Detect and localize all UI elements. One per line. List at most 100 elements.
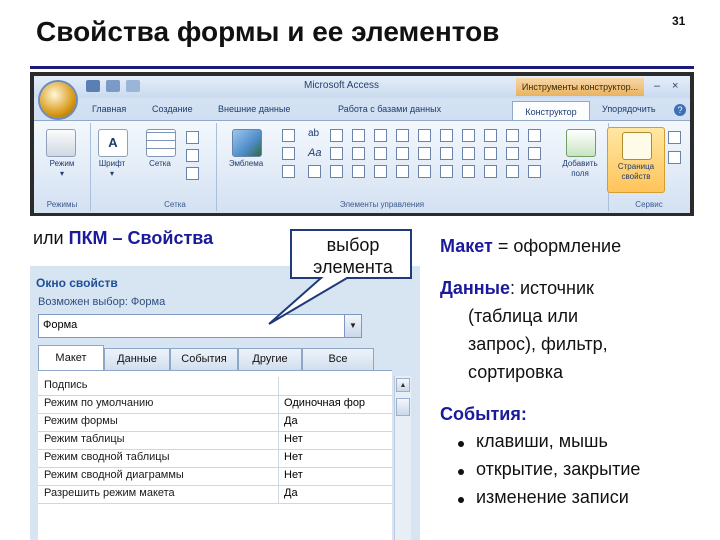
property-row[interactable]: Режим сводной диаграммы Нет xyxy=(38,467,392,486)
control-icon[interactable] xyxy=(374,129,387,142)
control-icon[interactable] xyxy=(440,147,453,160)
bullet-icon xyxy=(458,469,464,475)
tab-all[interactable]: Все xyxy=(302,348,374,370)
minimize-icon[interactable]: – xyxy=(654,80,660,92)
property-value[interactable]: Одиночная фор xyxy=(284,397,392,409)
ribbon-tabs: Главная Создание Внешние данные Работа с… xyxy=(34,98,690,122)
control-icon[interactable] xyxy=(352,147,365,160)
property-value[interactable]: Нет xyxy=(284,451,392,463)
format-icon[interactable] xyxy=(186,149,199,162)
layout-definition: Макет = оформление xyxy=(440,236,621,257)
line-icon[interactable] xyxy=(352,129,365,142)
data-text-line: сортировка xyxy=(468,362,563,382)
control-icon[interactable] xyxy=(308,165,321,178)
tab-design[interactable]: Конструктор xyxy=(512,101,590,122)
chevron-down-icon: ▾ xyxy=(109,169,114,178)
tab-database-tools[interactable]: Работа с базами данных xyxy=(338,104,441,114)
scroll-thumb[interactable] xyxy=(396,398,410,416)
checkbox-icon[interactable] xyxy=(374,147,387,160)
property-row[interactable]: Режим таблицы Нет xyxy=(38,431,392,450)
code-icon[interactable] xyxy=(668,131,681,144)
undo-icon[interactable] xyxy=(106,80,120,92)
control-icon[interactable] xyxy=(506,147,519,160)
attachment-icon[interactable] xyxy=(440,165,453,178)
property-name: Режим сводной таблицы xyxy=(44,451,170,463)
bullet-icon xyxy=(458,441,464,447)
control-icon[interactable] xyxy=(484,129,497,142)
tab-external-data[interactable]: Внешние данные xyxy=(218,104,290,114)
property-row[interactable]: Режим сводной таблицы Нет xyxy=(38,449,392,468)
control-icon[interactable] xyxy=(418,147,431,160)
layout-text: = оформление xyxy=(492,236,622,256)
macro-icon[interactable] xyxy=(668,151,681,164)
format-icon[interactable] xyxy=(186,167,199,180)
property-value[interactable]: Нет xyxy=(284,469,392,481)
tab-data[interactable]: Данные xyxy=(104,348,170,370)
control-icon[interactable] xyxy=(506,165,519,178)
property-row[interactable]: Подпись xyxy=(38,377,392,396)
events-heading: События: xyxy=(440,404,527,425)
title-bar: Microsoft Access Инструменты конструктор… xyxy=(34,76,690,98)
control-icon[interactable] xyxy=(282,129,295,142)
tab-create[interactable]: Создание xyxy=(152,104,193,114)
property-sheet-button[interactable]: Страница свойств xyxy=(607,127,665,193)
control-icon[interactable] xyxy=(484,165,497,178)
control-icon[interactable] xyxy=(396,165,409,178)
property-row[interactable]: Режим формы Да xyxy=(38,413,392,432)
grid-button[interactable]: Сетка xyxy=(138,159,182,169)
control-icon[interactable] xyxy=(282,147,295,160)
save-icon[interactable] xyxy=(86,80,100,92)
property-grid: Подпись Режим по умолчанию Одиночная фор … xyxy=(38,370,392,540)
control-icon[interactable] xyxy=(282,165,295,178)
label-control-icon[interactable]: ab xyxy=(308,129,319,139)
property-value[interactable]: Да xyxy=(284,415,392,427)
delete-icon[interactable] xyxy=(528,165,541,178)
control-icon[interactable] xyxy=(462,129,475,142)
mode-button[interactable]: Режим xyxy=(34,159,90,169)
control-icon[interactable] xyxy=(352,165,365,178)
redo-icon[interactable] xyxy=(126,80,140,92)
tab-home[interactable]: Главная xyxy=(92,104,126,114)
control-icon[interactable] xyxy=(462,147,475,160)
control-icon[interactable] xyxy=(418,165,431,178)
add-fields-button[interactable]: Добавить xyxy=(552,159,608,169)
caption-shortcut: ПКМ – Свойства xyxy=(68,228,214,248)
scroll-up-icon[interactable]: ▲ xyxy=(396,378,410,392)
text-control-icon[interactable]: Aa xyxy=(308,148,321,159)
control-icon[interactable] xyxy=(506,129,519,142)
wand-icon[interactable] xyxy=(528,147,541,160)
property-row[interactable]: Режим по умолчанию Одиночная фор xyxy=(38,395,392,414)
control-icon[interactable] xyxy=(484,147,497,160)
control-icon[interactable] xyxy=(330,147,343,160)
select-icon[interactable] xyxy=(528,129,541,142)
data-keyword: Данные xyxy=(440,278,510,298)
chevron-down-icon: ▾ xyxy=(59,169,64,178)
format-icon[interactable] xyxy=(186,131,199,144)
scrollbar[interactable]: ▲ xyxy=(394,376,411,540)
property-name: Режим формы xyxy=(44,415,118,427)
emblem-button[interactable]: Эмблема xyxy=(218,159,274,169)
tab-other[interactable]: Другие xyxy=(238,348,302,370)
property-name: Режим таблицы xyxy=(44,433,125,445)
font-button[interactable]: Шрифт xyxy=(90,159,134,169)
property-sheet-icon xyxy=(622,132,652,160)
chart-icon[interactable] xyxy=(440,129,453,142)
control-icon[interactable] xyxy=(396,129,409,142)
control-icon[interactable] xyxy=(330,129,343,142)
control-icon[interactable] xyxy=(462,165,475,178)
property-row[interactable]: Разрешить режим макета Да xyxy=(38,485,392,504)
property-value[interactable]: Да xyxy=(284,487,392,499)
tab-events[interactable]: События xyxy=(170,348,238,370)
control-icon[interactable] xyxy=(374,165,387,178)
control-icon[interactable] xyxy=(330,165,343,178)
tab-arrange[interactable]: Упорядочить xyxy=(602,104,656,114)
control-icon[interactable] xyxy=(418,129,431,142)
group-label-grid: Сетка xyxy=(164,200,186,209)
property-value[interactable]: Нет xyxy=(284,433,392,445)
control-icon[interactable] xyxy=(396,147,409,160)
close-icon[interactable]: × xyxy=(672,80,678,92)
property-name: Режим по умолчанию xyxy=(44,397,154,409)
tab-layout[interactable]: Макет xyxy=(38,345,104,370)
group-font: A Шрифт ▾ xyxy=(90,123,134,211)
help-icon[interactable]: ? xyxy=(674,104,686,116)
